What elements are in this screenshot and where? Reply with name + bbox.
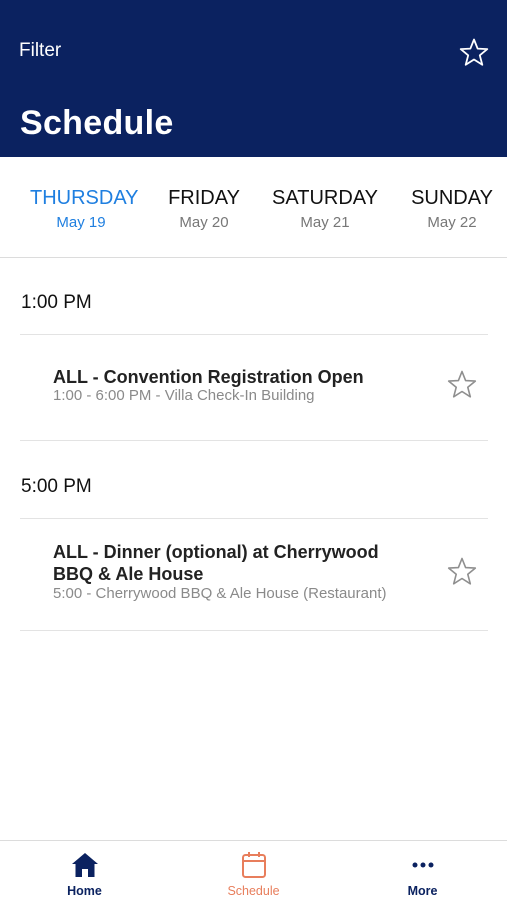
tab-bar: Home Schedule More (0, 840, 507, 901)
calendar-icon (239, 851, 269, 879)
time-header: 1:00 PM (21, 292, 92, 313)
day-date: May 20 (179, 214, 229, 231)
time-header: 5:00 PM (21, 476, 92, 497)
tab-schedule-label: Schedule (227, 884, 280, 898)
day-name: SATURDAY (272, 187, 378, 209)
tab-saturday[interactable]: SATURDAY May 21 (272, 187, 378, 231)
day-name: THURSDAY (30, 187, 139, 209)
event-subtitle: 5:00 - Cherrywood BBQ & Ale House (Resta… (53, 585, 387, 602)
page-title: Schedule (20, 104, 174, 142)
divider (20, 334, 488, 335)
tab-friday[interactable]: FRIDAY May 20 (166, 187, 242, 231)
day-name: SUNDAY (411, 187, 493, 209)
star-icon[interactable] (446, 369, 478, 401)
day-date: May 19 (56, 214, 106, 231)
star-icon[interactable] (458, 37, 490, 69)
tab-schedule[interactable]: Schedule (169, 841, 338, 901)
day-selector: THURSDAY May 19 FRIDAY May 20 SATURDAY M… (0, 157, 507, 258)
tab-home[interactable]: Home (0, 841, 169, 901)
tab-more[interactable]: More (338, 841, 507, 901)
filter-button[interactable]: Filter (19, 40, 61, 62)
tab-home-label: Home (67, 884, 102, 898)
tab-more-label: More (407, 884, 438, 898)
event-title: ALL - Dinner (optional) at Cherrywood BB… (53, 542, 379, 584)
event-subtitle: 1:00 - 6:00 PM - Villa Check-In Building (53, 387, 315, 404)
more-dots-icon (408, 851, 438, 879)
divider (20, 630, 488, 631)
app-header: Filter Schedule (0, 0, 507, 157)
star-icon[interactable] (446, 556, 478, 588)
tab-thursday[interactable]: THURSDAY May 19 (30, 187, 139, 231)
list-item[interactable]: ALL - Convention Registration Open 1:00 … (20, 366, 488, 426)
tab-sunday[interactable]: SUNDAY May 22 (410, 187, 494, 231)
list-item[interactable]: ALL - Dinner (optional) at Cherrywood BB… (20, 541, 488, 611)
event-title: ALL - Convention Registration Open (53, 367, 364, 387)
divider (20, 518, 488, 519)
day-date: May 22 (427, 214, 477, 231)
day-date: May 21 (300, 214, 350, 231)
day-name: FRIDAY (168, 187, 240, 209)
divider (20, 440, 488, 441)
home-icon (70, 851, 100, 879)
